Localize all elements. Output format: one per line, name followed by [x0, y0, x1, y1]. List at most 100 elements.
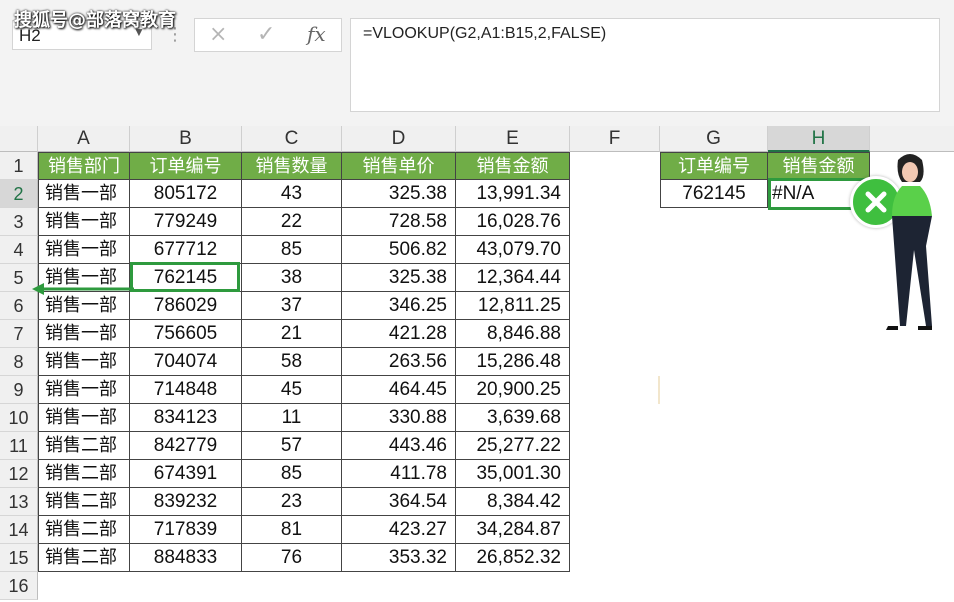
- table-cell[interactable]: 58: [242, 348, 342, 376]
- row-header-13[interactable]: 13: [0, 488, 38, 516]
- lookup-header-h[interactable]: 销售金额: [768, 152, 870, 180]
- formula-input[interactable]: =VLOOKUP(G2,A1:B15,2,FALSE): [350, 18, 940, 112]
- table-cell[interactable]: 12,364.44: [456, 264, 570, 292]
- table-cell[interactable]: 330.88: [342, 404, 456, 432]
- table-cell[interactable]: 43: [242, 180, 342, 208]
- table-cell[interactable]: 销售二部: [38, 544, 130, 572]
- table-cell[interactable]: 85: [242, 236, 342, 264]
- row-header-2[interactable]: 2: [0, 180, 38, 208]
- table-cell[interactable]: 13,991.34: [456, 180, 570, 208]
- table-cell[interactable]: 805172: [130, 180, 242, 208]
- table-cell[interactable]: 销售一部: [38, 292, 130, 320]
- column-header-h[interactable]: H: [768, 126, 870, 152]
- table-cell[interactable]: 263.56: [342, 348, 456, 376]
- row-header-14[interactable]: 14: [0, 516, 38, 544]
- table-cell[interactable]: 364.54: [342, 488, 456, 516]
- table-header-cell[interactable]: 订单编号: [130, 152, 242, 180]
- select-all-corner[interactable]: [0, 126, 38, 152]
- table-cell[interactable]: 325.38: [342, 264, 456, 292]
- table-cell[interactable]: 销售二部: [38, 460, 130, 488]
- table-cell[interactable]: 325.38: [342, 180, 456, 208]
- cancel-icon[interactable]: ×: [209, 22, 227, 47]
- table-header-cell[interactable]: 销售数量: [242, 152, 342, 180]
- table-cell[interactable]: 销售二部: [38, 432, 130, 460]
- table-cell[interactable]: 销售一部: [38, 208, 130, 236]
- row-header-11[interactable]: 11: [0, 432, 38, 460]
- row-header-8[interactable]: 8: [0, 348, 38, 376]
- lookup-header-g[interactable]: 订单编号: [660, 152, 768, 180]
- table-cell[interactable]: 销售二部: [38, 516, 130, 544]
- table-cell[interactable]: 839232: [130, 488, 242, 516]
- table-cell[interactable]: 12,811.25: [456, 292, 570, 320]
- table-cell[interactable]: 353.32: [342, 544, 456, 572]
- enter-icon[interactable]: ✓: [257, 22, 275, 47]
- table-cell[interactable]: 销售二部: [38, 488, 130, 516]
- table-cell[interactable]: 728.58: [342, 208, 456, 236]
- row-header-12[interactable]: 12: [0, 460, 38, 488]
- table-cell[interactable]: 销售一部: [38, 236, 130, 264]
- table-cell[interactable]: 779249: [130, 208, 242, 236]
- table-cell[interactable]: 81: [242, 516, 342, 544]
- table-cell[interactable]: 842779: [130, 432, 242, 460]
- table-cell[interactable]: 506.82: [342, 236, 456, 264]
- table-cell[interactable]: 8,846.88: [456, 320, 570, 348]
- table-cell[interactable]: 57: [242, 432, 342, 460]
- table-cell[interactable]: 26,852.32: [456, 544, 570, 572]
- table-cell[interactable]: 85: [242, 460, 342, 488]
- table-cell[interactable]: 674391: [130, 460, 242, 488]
- table-cell[interactable]: 346.25: [342, 292, 456, 320]
- column-header-e[interactable]: E: [456, 126, 570, 152]
- table-cell[interactable]: 411.78: [342, 460, 456, 488]
- row-header-1[interactable]: 1: [0, 152, 38, 180]
- column-header-b[interactable]: B: [130, 126, 242, 152]
- table-cell[interactable]: 销售一部: [38, 180, 130, 208]
- row-header-3[interactable]: 3: [0, 208, 38, 236]
- table-header-cell[interactable]: 销售部门: [38, 152, 130, 180]
- table-cell[interactable]: 34,284.87: [456, 516, 570, 544]
- table-cell[interactable]: 11: [242, 404, 342, 432]
- table-cell[interactable]: 20,900.25: [456, 376, 570, 404]
- table-cell[interactable]: 25,277.22: [456, 432, 570, 460]
- row-header-6[interactable]: 6: [0, 292, 38, 320]
- table-cell[interactable]: 786029: [130, 292, 242, 320]
- table-cell[interactable]: 704074: [130, 348, 242, 376]
- table-cell[interactable]: 22: [242, 208, 342, 236]
- table-cell[interactable]: 677712: [130, 236, 242, 264]
- column-header-g[interactable]: G: [660, 126, 768, 152]
- table-cell[interactable]: 714848: [130, 376, 242, 404]
- row-header-10[interactable]: 10: [0, 404, 38, 432]
- table-cell[interactable]: 756605: [130, 320, 242, 348]
- row-header-4[interactable]: 4: [0, 236, 38, 264]
- column-header-a[interactable]: A: [38, 126, 130, 152]
- table-cell[interactable]: 423.27: [342, 516, 456, 544]
- table-cell[interactable]: 717839: [130, 516, 242, 544]
- table-cell[interactable]: 销售一部: [38, 404, 130, 432]
- insert-function-icon[interactable]: fx: [307, 22, 326, 46]
- table-cell[interactable]: 421.28: [342, 320, 456, 348]
- row-header-15[interactable]: 15: [0, 544, 38, 572]
- table-cell[interactable]: 销售一部: [38, 320, 130, 348]
- column-header-d[interactable]: D: [342, 126, 456, 152]
- table-header-cell[interactable]: 销售金额: [456, 152, 570, 180]
- column-header-c[interactable]: C: [242, 126, 342, 152]
- table-cell[interactable]: 884833: [130, 544, 242, 572]
- table-cell[interactable]: 销售一部: [38, 376, 130, 404]
- row-header-7[interactable]: 7: [0, 320, 38, 348]
- table-cell[interactable]: 8,384.42: [456, 488, 570, 516]
- table-cell[interactable]: 443.46: [342, 432, 456, 460]
- table-cell[interactable]: 45: [242, 376, 342, 404]
- table-header-cell[interactable]: 销售单价: [342, 152, 456, 180]
- table-cell[interactable]: 23: [242, 488, 342, 516]
- table-cell[interactable]: 15,286.48: [456, 348, 570, 376]
- row-header-16[interactable]: 16: [0, 572, 38, 600]
- table-cell[interactable]: 464.45: [342, 376, 456, 404]
- row-header-9[interactable]: 9: [0, 376, 38, 404]
- table-cell[interactable]: 834123: [130, 404, 242, 432]
- table-cell[interactable]: 35,001.30: [456, 460, 570, 488]
- table-cell[interactable]: 76: [242, 544, 342, 572]
- lookup-value-g[interactable]: 762145: [660, 180, 768, 208]
- table-cell[interactable]: 3,639.68: [456, 404, 570, 432]
- table-cell[interactable]: 销售一部: [38, 348, 130, 376]
- table-cell[interactable]: 16,028.76: [456, 208, 570, 236]
- table-cell[interactable]: 21: [242, 320, 342, 348]
